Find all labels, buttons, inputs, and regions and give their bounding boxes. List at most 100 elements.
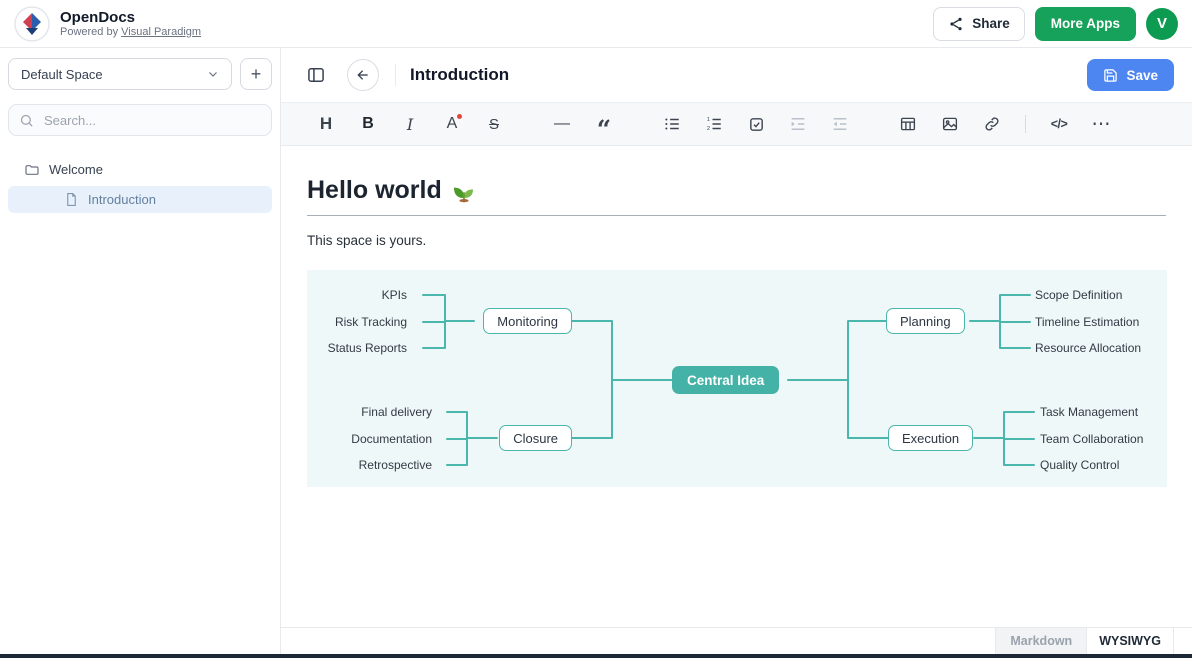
tab-wysiwyg[interactable]: WYSIWYG	[1086, 628, 1174, 654]
strikethrough-button[interactable]: S	[477, 109, 511, 139]
document-title: Introduction	[410, 65, 509, 85]
heading-rule	[307, 215, 1166, 216]
mindmap-node-execution[interactable]: Execution	[888, 425, 973, 451]
search-icon	[19, 113, 34, 128]
header-divider	[395, 64, 396, 86]
task-list-button[interactable]	[739, 109, 773, 139]
editor-statusbar: Markdown WYSIWYG	[281, 627, 1192, 654]
mindmap-leaf-timeline-estimation[interactable]: Timeline Estimation	[1035, 314, 1139, 330]
editor-toolbar: H B I A S — “	[281, 102, 1192, 146]
panel-left-icon	[306, 65, 326, 85]
bullet-list-icon	[663, 115, 681, 133]
top-actions: Share More Apps V	[933, 7, 1178, 41]
indent-right-icon	[789, 115, 807, 133]
main-panel: Introduction Save H B I	[281, 48, 1192, 654]
mindmap-leaf-status-reports[interactable]: Status Reports	[328, 340, 407, 356]
search-input[interactable]	[42, 112, 261, 129]
mindmap-leaf-documentation[interactable]: Documentation	[351, 431, 432, 447]
powered-by: Powered by Visual Paradigm	[60, 26, 201, 39]
ordered-list-button[interactable]: 1 2	[697, 109, 731, 139]
mindmap[interactable]: Central Idea Monitoring Closure Planning…	[307, 270, 1167, 487]
toolbar-divider	[1025, 115, 1026, 133]
brand-text: OpenDocs Powered by Visual Paradigm	[60, 9, 201, 39]
share-icon	[948, 16, 964, 32]
code-button[interactable]: </>	[1042, 109, 1076, 139]
editor-content[interactable]: Hello world This space is yours.	[281, 146, 1192, 627]
tree-folder-label: Welcome	[49, 162, 103, 177]
table-icon	[899, 115, 917, 133]
mindmap-node-planning[interactable]: Planning	[886, 308, 965, 334]
brand: OpenDocs Powered by Visual Paradigm	[14, 6, 201, 42]
page-heading-text: Hello world	[307, 176, 442, 205]
bullet-list-button[interactable]	[655, 109, 689, 139]
window-bottom-edge	[0, 654, 1192, 658]
save-icon	[1103, 68, 1118, 83]
seedling-emoji-icon	[452, 179, 476, 203]
search-box	[8, 104, 272, 136]
bold-button[interactable]: B	[351, 109, 385, 139]
tab-markdown[interactable]: Markdown	[995, 628, 1086, 654]
app-title: OpenDocs	[60, 9, 201, 26]
outdent-button[interactable]	[823, 109, 857, 139]
visual-paradigm-link[interactable]: Visual Paradigm	[121, 26, 201, 38]
app-logo-icon	[14, 6, 50, 42]
sidebar: Default Space +	[0, 48, 281, 654]
mindmap-central-node[interactable]: Central Idea	[672, 366, 779, 394]
mindmap-leaf-team-collaboration[interactable]: Team Collaboration	[1040, 431, 1143, 447]
mindmap-leaf-final-delivery[interactable]: Final delivery	[361, 404, 432, 420]
heading-button[interactable]: H	[309, 109, 343, 139]
back-button[interactable]	[347, 59, 379, 91]
save-button[interactable]: Save	[1087, 59, 1174, 91]
tree-folder-welcome[interactable]: Welcome	[8, 156, 272, 183]
ordered-list-icon: 1 2	[705, 115, 723, 133]
folder-icon	[24, 162, 40, 178]
more-tools-button[interactable]: ⋯	[1084, 109, 1118, 139]
tree-item-introduction[interactable]: Introduction	[8, 186, 272, 213]
svg-text:1: 1	[707, 117, 710, 123]
chevron-down-icon	[207, 68, 219, 80]
mindmap-leaf-retrospective[interactable]: Retrospective	[359, 457, 432, 473]
mindmap-leaf-risk-tracking[interactable]: Risk Tracking	[335, 314, 407, 330]
share-label: Share	[972, 16, 1010, 31]
space-selector[interactable]: Default Space	[8, 58, 232, 90]
space-row: Default Space +	[8, 58, 272, 90]
top-bar: OpenDocs Powered by Visual Paradigm	[0, 0, 1192, 48]
mindmap-node-monitoring[interactable]: Monitoring	[483, 308, 572, 334]
mindmap-leaf-scope-definition[interactable]: Scope Definition	[1035, 287, 1122, 303]
document-tree: Welcome Introduction	[8, 156, 272, 213]
table-button[interactable]	[891, 109, 925, 139]
sidebar-toggle-button[interactable]	[299, 58, 333, 92]
mindmap-node-closure[interactable]: Closure	[499, 425, 572, 451]
blockquote-button[interactable]: “	[587, 109, 621, 139]
user-avatar[interactable]: V	[1146, 8, 1178, 40]
share-button[interactable]: Share	[933, 7, 1025, 41]
italic-button[interactable]: I	[393, 109, 427, 139]
powered-by-prefix: Powered by	[60, 26, 118, 38]
save-label: Save	[1126, 68, 1158, 83]
indent-left-icon	[831, 115, 849, 133]
space-selector-value: Default Space	[21, 67, 103, 82]
arrow-left-icon	[355, 67, 371, 83]
mindmap-leaf-resource-allocation[interactable]: Resource Allocation	[1035, 340, 1141, 356]
font-color-glyph: A	[447, 115, 458, 133]
app-window: OpenDocs Powered by Visual Paradigm	[0, 0, 1192, 658]
link-icon	[983, 115, 1001, 133]
mindmap-leaf-kpis[interactable]: KPIs	[382, 287, 407, 303]
horizontal-rule-button[interactable]: —	[545, 109, 579, 139]
font-color-dot-icon	[457, 114, 462, 119]
indent-button[interactable]	[781, 109, 815, 139]
page-heading: Hello world	[307, 176, 1166, 205]
link-button[interactable]	[975, 109, 1009, 139]
app-body: Default Space +	[0, 48, 1192, 654]
mindmap-leaf-task-management[interactable]: Task Management	[1040, 404, 1138, 420]
image-icon	[941, 115, 959, 133]
add-space-button[interactable]: +	[240, 58, 272, 90]
more-apps-button[interactable]: More Apps	[1035, 7, 1136, 41]
tree-item-label: Introduction	[88, 192, 156, 207]
image-button[interactable]	[933, 109, 967, 139]
mindmap-leaf-quality-control[interactable]: Quality Control	[1040, 457, 1119, 473]
font-color-button[interactable]: A	[435, 109, 469, 139]
document-header: Introduction Save	[281, 48, 1192, 102]
intro-paragraph: This space is yours.	[307, 233, 1166, 248]
checkbox-icon	[748, 116, 765, 133]
